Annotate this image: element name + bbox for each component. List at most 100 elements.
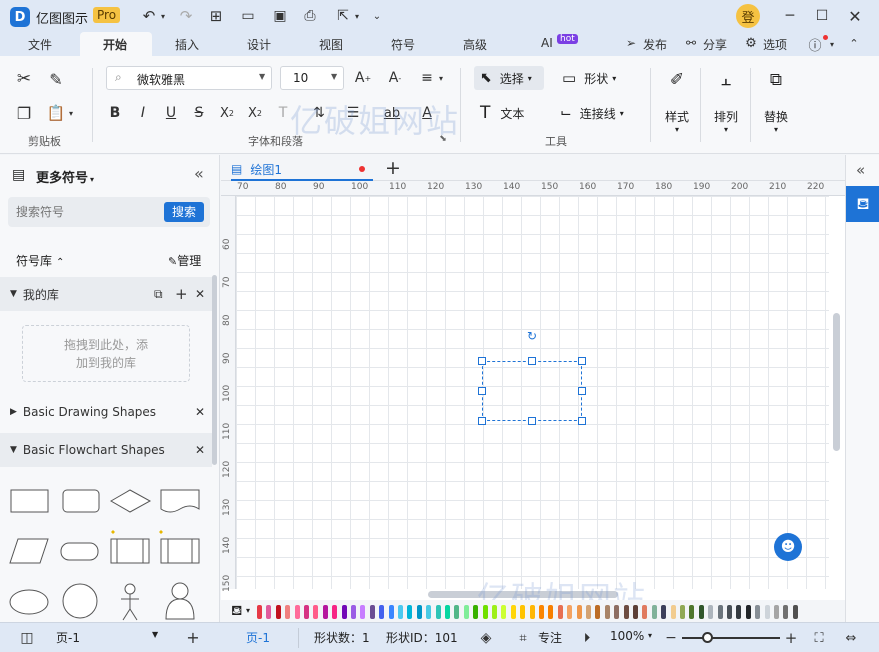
color-swatch[interactable] [698, 605, 704, 619]
color-swatch[interactable] [651, 605, 657, 619]
new-icon[interactable]: ⊞ [206, 6, 226, 26]
maximize-icon[interactable]: ☐ [812, 6, 832, 26]
color-swatch[interactable] [510, 605, 516, 619]
close-icon[interactable]: ✕ [195, 405, 205, 419]
color-swatch[interactable] [614, 605, 620, 619]
color-swatch[interactable] [398, 605, 403, 619]
circle-shape[interactable] [62, 583, 98, 619]
tab-symbols[interactable]: 符号 [391, 36, 415, 53]
page-list-icon[interactable]: ◫ [16, 628, 38, 648]
decrease-font-icon[interactable]: A- [384, 66, 406, 90]
zoom-level[interactable]: 100% [610, 629, 644, 643]
color-swatch[interactable] [463, 605, 469, 619]
resize-handle[interactable] [478, 357, 486, 365]
search-input[interactable] [16, 203, 156, 221]
color-swatch[interactable] [557, 605, 563, 619]
assistant-bot-icon[interactable]: ☻ [774, 533, 802, 561]
strikethrough-icon[interactable]: S [188, 101, 210, 125]
color-swatch[interactable] [783, 605, 789, 619]
resize-handle[interactable] [578, 387, 586, 395]
color-swatch[interactable] [774, 605, 779, 619]
more-dropdown-icon[interactable]: ⌄ [370, 6, 384, 26]
open-folder-icon[interactable]: ▭ [238, 6, 258, 26]
color-swatch[interactable] [792, 605, 798, 619]
color-swatch[interactable] [680, 605, 685, 619]
search-button[interactable]: 搜索 [164, 202, 204, 222]
shape-button[interactable]: ▭ 形状 ▾ [558, 66, 628, 90]
share-button[interactable]: 分享 [703, 36, 727, 53]
select-button[interactable]: ⬉ 选择 ▾ [474, 66, 544, 90]
color-swatch[interactable] [661, 605, 667, 619]
paste-dropdown-icon[interactable]: ▾ [66, 102, 76, 124]
format-painter-icon[interactable]: ✎ [45, 68, 67, 90]
my-library-header[interactable]: ▼ 我的库 ⧉ + ✕ [0, 277, 212, 311]
fill-panel-button[interactable]: ⛾ [846, 186, 879, 222]
color-swatch[interactable] [623, 605, 629, 619]
color-swatch[interactable] [341, 605, 347, 619]
color-swatch[interactable] [689, 605, 695, 619]
export-dropdown-icon[interactable]: ▾ [352, 6, 362, 26]
color-swatch[interactable] [492, 605, 497, 619]
color-swatch[interactable] [595, 605, 601, 619]
terminator-shape[interactable] [60, 542, 99, 561]
data-shape[interactable] [9, 538, 49, 564]
subscript-icon[interactable]: X2 [244, 101, 266, 125]
add-page-icon[interactable]: + [383, 157, 403, 179]
help-dropdown-icon[interactable]: ▾ [827, 36, 837, 52]
color-swatch[interactable] [736, 605, 742, 619]
import-icon[interactable]: ⧉ [154, 287, 163, 302]
document-tab[interactable]: ▤ 绘图1 [231, 157, 373, 181]
color-swatch[interactable] [294, 605, 300, 619]
save-icon[interactable]: ▣ [270, 6, 290, 26]
focus-icon[interactable]: ⌗ [514, 628, 532, 648]
document-shape[interactable] [160, 489, 200, 513]
color-swatch[interactable] [407, 605, 413, 619]
color-swatch[interactable] [567, 605, 573, 619]
undo-dropdown-icon[interactable]: ▾ [158, 6, 168, 26]
color-swatch[interactable] [708, 605, 714, 619]
color-swatch[interactable] [266, 605, 272, 619]
redo-icon[interactable]: ↷ [175, 6, 197, 26]
internal-storage-shape[interactable] [160, 538, 200, 564]
fill-bucket-icon[interactable]: ⛾ [231, 603, 242, 621]
page-tab[interactable]: 页-1 [246, 629, 270, 646]
color-swatch[interactable] [369, 605, 375, 619]
color-swatch[interactable] [275, 605, 281, 619]
library-basic-flowchart[interactable]: ▼ Basic Flowchart Shapes ✕ [0, 433, 212, 467]
tab-home[interactable]: 开始 [103, 36, 127, 53]
italic-icon[interactable]: I [132, 101, 154, 125]
color-swatch[interactable] [727, 605, 732, 619]
fill-dropdown-icon[interactable]: ▾ [246, 606, 250, 615]
color-swatch[interactable] [576, 605, 582, 619]
color-swatch[interactable] [604, 605, 610, 619]
minimize-icon[interactable]: ─ [780, 6, 800, 26]
color-swatch[interactable] [501, 605, 507, 619]
color-swatch[interactable] [304, 605, 309, 619]
collapse-panel-icon[interactable]: « [194, 164, 204, 183]
zoom-dropdown-icon[interactable]: ▾ [648, 631, 652, 640]
more-symbols-title[interactable]: 更多符号 ▾ [36, 167, 94, 186]
color-swatch[interactable] [482, 605, 488, 619]
color-swatch[interactable] [642, 605, 648, 619]
tab-insert[interactable]: 插入 [175, 36, 199, 53]
resize-handle[interactable] [578, 357, 586, 365]
resize-handle[interactable] [478, 387, 486, 395]
process-shape[interactable] [10, 489, 49, 513]
underline-icon[interactable]: U [160, 101, 182, 125]
color-swatch[interactable] [529, 605, 535, 619]
close-icon[interactable]: ✕ [845, 6, 865, 26]
ellipse-shape[interactable] [9, 589, 49, 615]
zoom-slider-thumb[interactable] [702, 632, 713, 643]
help-icon[interactable]: ⓘ [806, 35, 824, 54]
cut-icon[interactable]: ✂ [13, 68, 35, 90]
font-family-select[interactable]: ⌕ 微软雅黑 ▼ [106, 66, 272, 90]
increase-font-icon[interactable]: A + [352, 66, 374, 90]
drop-zone[interactable]: 拖拽到此处，添 加到我的库 [22, 325, 190, 382]
color-swatch[interactable] [520, 605, 526, 619]
print-icon[interactable]: ⎙ [300, 6, 320, 26]
vertical-scrollbar[interactable] [833, 313, 840, 451]
color-swatch[interactable] [426, 605, 432, 619]
color-swatch[interactable] [351, 605, 356, 619]
align-icon[interactable]: ≡ [416, 66, 438, 90]
color-swatch[interactable] [416, 605, 422, 619]
